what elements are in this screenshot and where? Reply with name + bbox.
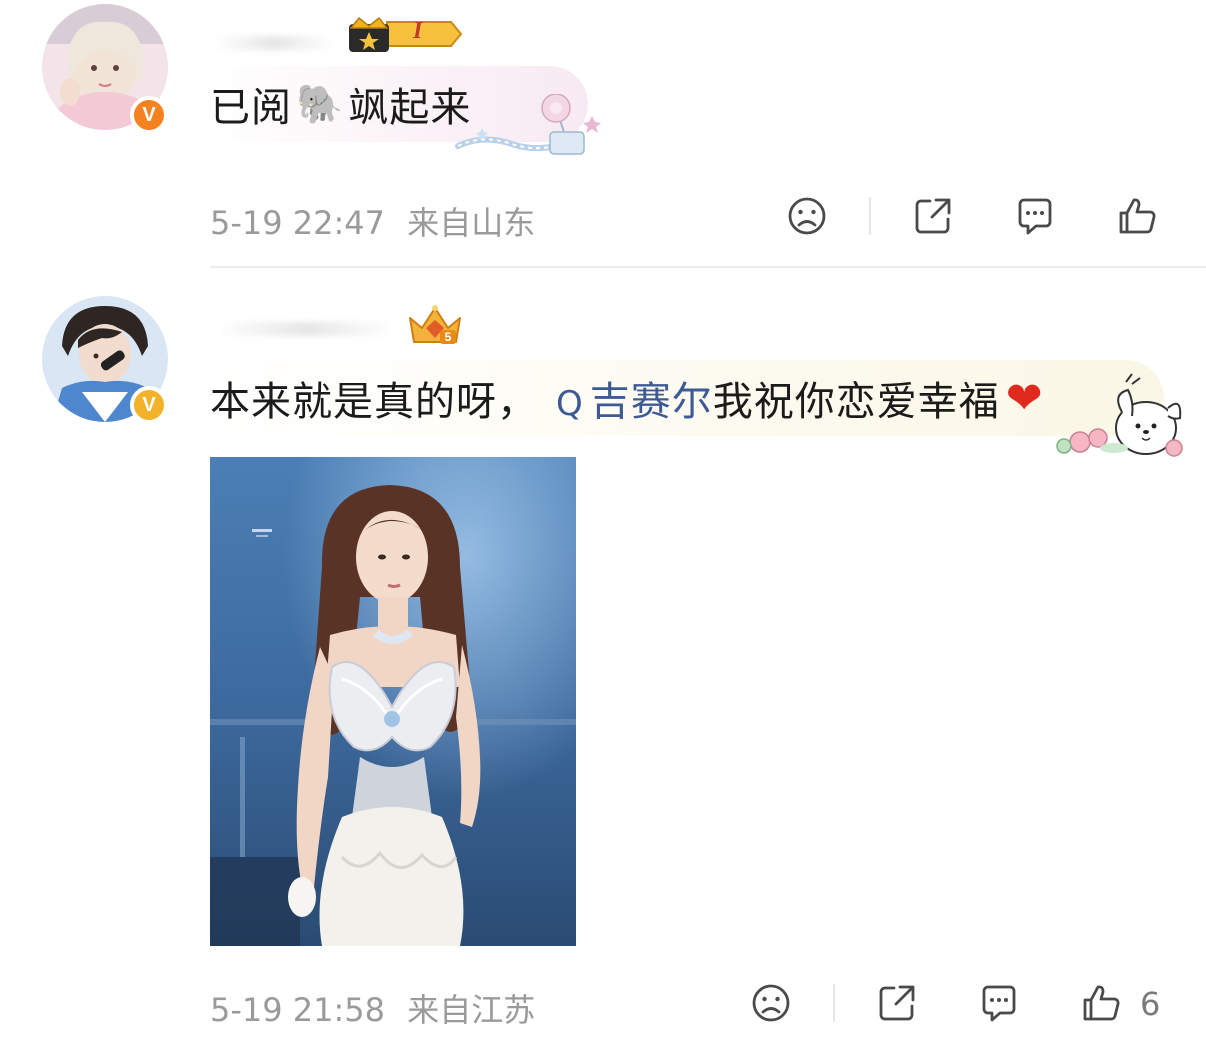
badge-level-text: I bbox=[413, 18, 423, 44]
thumbs-up-icon[interactable] bbox=[1114, 193, 1160, 239]
username[interactable] bbox=[216, 322, 396, 336]
attached-photo[interactable] bbox=[210, 457, 576, 946]
verified-badge-icon: V bbox=[130, 386, 168, 424]
share-icon[interactable] bbox=[910, 193, 956, 239]
comment-text: 已阅 bbox=[210, 85, 292, 131]
pochacco-decoration-icon bbox=[1050, 372, 1186, 460]
share-icon[interactable] bbox=[874, 980, 920, 1026]
location: 来自山东 bbox=[407, 204, 536, 242]
comment-text: 我祝你恋爱幸福 bbox=[712, 379, 1000, 425]
elephant-emoji: 🐘 bbox=[296, 81, 345, 126]
comment-meta: 5-19 22:47 来自山东 bbox=[210, 198, 535, 244]
comment-icon[interactable] bbox=[1012, 193, 1058, 239]
comment-text: 本来就是真的呀， bbox=[210, 379, 538, 425]
username[interactable] bbox=[214, 36, 334, 50]
comment-icon[interactable] bbox=[976, 980, 1022, 1026]
thumbs-up-icon[interactable] bbox=[1078, 980, 1124, 1026]
crown-badge-icon: I bbox=[347, 14, 463, 54]
heart-emoji: ❤ bbox=[1005, 372, 1044, 424]
gramophone-decoration-icon bbox=[452, 93, 602, 162]
sad-face-icon[interactable] bbox=[748, 980, 794, 1026]
comment-meta: 5-19 21:58 来自江苏 bbox=[210, 985, 535, 1031]
verified-badge-icon: V bbox=[130, 96, 168, 134]
timestamp: 5-19 21:58 bbox=[210, 991, 386, 1029]
sad-face-icon[interactable] bbox=[784, 193, 830, 239]
topic-link-text: 吉赛尔 bbox=[589, 379, 713, 425]
comment-divider bbox=[210, 266, 1206, 268]
crown-badge-icon: 5 bbox=[406, 304, 464, 348]
topic-link[interactable]: Q 吉赛尔 bbox=[556, 369, 713, 427]
search-icon: Q bbox=[556, 384, 584, 424]
divider bbox=[869, 197, 871, 235]
divider bbox=[833, 984, 835, 1022]
svg-text:5: 5 bbox=[445, 330, 452, 344]
like-count: 6 bbox=[1140, 985, 1161, 1023]
location: 来自江苏 bbox=[407, 991, 536, 1029]
timestamp: 5-19 22:47 bbox=[210, 204, 386, 242]
comment-bubble: 本来就是真的呀， Q 吉赛尔 我祝你恋爱幸福 ❤ bbox=[208, 360, 1164, 436]
